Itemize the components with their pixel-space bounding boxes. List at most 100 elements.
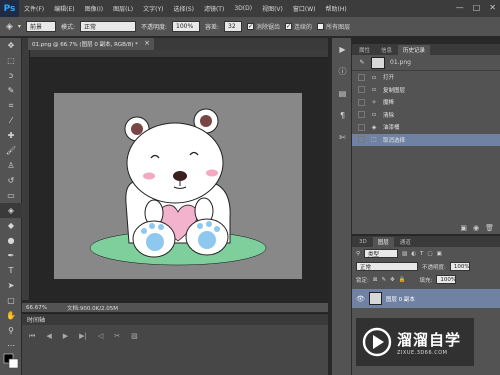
canvas-area[interactable]	[30, 58, 328, 303]
vertical-ruler[interactable]	[22, 50, 30, 300]
history-item[interactable]: ▫ 复制图层	[352, 84, 500, 97]
hand-tool-icon[interactable]: ✋	[0, 308, 22, 323]
menu-help[interactable]: 帮助(H)	[321, 4, 352, 13]
paint-bucket-tool-icon[interactable]: ◈	[6, 22, 13, 32]
menu-window[interactable]: 窗口(W)	[288, 4, 321, 13]
layer-row[interactable]: 👁 图层 0 副本	[352, 289, 500, 308]
move-tool-icon[interactable]: ✥	[0, 38, 22, 53]
horizontal-ruler[interactable]	[30, 50, 328, 58]
tab-3d[interactable]: 3D	[354, 237, 372, 247]
menu-select[interactable]: 选择(S)	[168, 4, 199, 13]
opacity-input[interactable]: 100%	[172, 21, 200, 32]
filter-smart-icon[interactable]: ▣	[437, 251, 442, 257]
lasso-tool-icon[interactable]: ↄ	[0, 68, 22, 83]
minimize-button[interactable]: —	[456, 3, 464, 12]
new-document-from-state-icon[interactable]: ▣	[460, 224, 467, 234]
menu-view[interactable]: 视图(V)	[257, 4, 288, 13]
history-item-selected[interactable]: ⬚ 取消选择	[352, 133, 500, 146]
menu-type[interactable]: 文字(Y)	[138, 4, 168, 13]
history-item[interactable]: ▫ 打开	[352, 71, 500, 84]
blend-mode-select[interactable]: 正常	[356, 262, 418, 271]
more-tools-icon[interactable]: ⋯	[0, 338, 22, 353]
pen-tool-icon[interactable]: ✒	[0, 248, 22, 263]
close-tab-icon[interactable]: ×	[144, 39, 150, 47]
healing-tool-icon[interactable]: ✚	[0, 128, 22, 143]
history-item[interactable]: ◈ 油漆桶	[352, 121, 500, 134]
history-source-checkbox[interactable]	[358, 73, 365, 81]
shape-tool-icon[interactable]: ▢	[0, 293, 22, 308]
menu-image[interactable]: 图像(I)	[80, 4, 108, 13]
blur-tool-icon[interactable]: ◆	[0, 218, 22, 233]
lock-all-icon[interactable]: 🔒	[399, 277, 406, 283]
tools-preset-icon[interactable]: ✄	[332, 126, 353, 148]
layer-opacity-input[interactable]: 100%	[449, 262, 470, 271]
history-source-checkbox[interactable]	[358, 111, 365, 119]
history-item[interactable]: ✧ 魔棒	[352, 96, 500, 109]
brush-tool-icon[interactable]: 🖌	[0, 143, 22, 158]
tab-info[interactable]: 信息	[376, 45, 397, 55]
zoom-level[interactable]: 66.67%	[26, 305, 47, 311]
document-info[interactable]: 文档:900.0K/2.05M	[67, 304, 118, 312]
split-icon[interactable]: ✂	[114, 332, 120, 341]
menu-3d[interactable]: 3D(D)	[229, 5, 257, 12]
dodge-tool-icon[interactable]: ●	[0, 233, 22, 248]
next-frame-icon[interactable]: ▶|	[79, 332, 87, 341]
eye-icon[interactable]: 👁	[356, 295, 365, 303]
filter-adjust-icon[interactable]: ◐	[411, 251, 416, 257]
tab-channels[interactable]: 通道	[395, 237, 416, 247]
trash-icon[interactable]: 🗑	[485, 224, 494, 234]
menu-file[interactable]: 文件(F)	[19, 4, 49, 13]
transition-icon[interactable]: ▧	[131, 332, 138, 341]
history-source-checkbox[interactable]	[358, 86, 365, 94]
path-select-tool-icon[interactable]: ➤	[0, 278, 22, 293]
antialias-toggle[interactable]: ✓ 消除锯齿	[247, 22, 280, 31]
all-layers-toggle[interactable]: 所有图层	[317, 22, 350, 31]
tab-properties[interactable]: 属性	[354, 45, 375, 55]
lock-position-icon[interactable]: ✥	[390, 277, 395, 283]
snapshot-icon[interactable]: ◉	[473, 224, 479, 234]
color-swatches-icon[interactable]	[0, 353, 22, 368]
play-icon[interactable]: ▶	[63, 332, 68, 341]
info-icon[interactable]: ⓘ	[332, 60, 353, 82]
zoom-tool-icon[interactable]: ⚲	[0, 323, 22, 338]
fill-input[interactable]: 100%	[436, 275, 457, 284]
history-brush-tool-icon[interactable]: ↺	[0, 173, 22, 188]
document-tab[interactable]: 01.png @ 66.7% (图层 0 副本, RGB/8) * ×	[28, 38, 154, 50]
type-tool-icon[interactable]: T	[0, 263, 22, 278]
audio-icon[interactable]: ◁	[98, 332, 103, 341]
tolerance-input[interactable]: 32	[224, 21, 243, 32]
history-source-checkbox[interactable]	[358, 136, 365, 144]
layer-filter-select[interactable]: 类型	[364, 249, 399, 258]
history-item[interactable]: ▫ 清除	[352, 109, 500, 122]
paint-bucket-tool-icon[interactable]: ◈	[0, 203, 22, 218]
fill-source-select[interactable]: 前景	[25, 21, 56, 32]
document-image[interactable]	[54, 93, 302, 279]
history-snapshot[interactable]: ✎ 01.png	[352, 55, 500, 71]
contiguous-toggle[interactable]: ✓ 连续的	[285, 22, 312, 31]
history-source-checkbox[interactable]	[358, 98, 365, 106]
menu-layer[interactable]: 图层(L)	[108, 4, 138, 13]
eyedropper-tool-icon[interactable]: ⁄	[0, 113, 22, 128]
chevron-down-icon[interactable]: ▾	[18, 23, 21, 30]
stamp-tool-icon[interactable]: ♙	[0, 158, 22, 173]
tab-history[interactable]: 历史记录	[398, 45, 431, 55]
close-button[interactable]: ✕	[489, 3, 496, 12]
maximize-button[interactable]: □	[473, 3, 481, 12]
menu-filter[interactable]: 滤镜(T)	[199, 4, 229, 13]
play-action-icon[interactable]: ▶	[332, 38, 353, 60]
brush-presets-icon[interactable]: ▤	[332, 82, 353, 104]
tab-layers[interactable]: 图层	[372, 237, 394, 247]
filter-pixel-icon[interactable]: ▨	[402, 251, 407, 257]
mode-select[interactable]: 正常	[79, 21, 136, 32]
first-frame-icon[interactable]: ⏮	[29, 332, 35, 341]
crop-tool-icon[interactable]: ⌗	[0, 98, 22, 113]
eraser-tool-icon[interactable]: ▭	[0, 188, 22, 203]
filter-shape-icon[interactable]: ▢	[427, 251, 432, 257]
lock-paint-icon[interactable]: ✎	[381, 277, 386, 283]
history-source-checkbox[interactable]	[358, 123, 365, 131]
quick-select-tool-icon[interactable]: ✎	[0, 83, 22, 98]
paragraph-icon[interactable]: ¶	[332, 104, 353, 126]
filter-type-icon[interactable]: T	[420, 251, 423, 257]
timeline-title[interactable]: 时间轴	[27, 315, 45, 324]
marquee-tool-icon[interactable]: ⬚	[0, 53, 22, 68]
